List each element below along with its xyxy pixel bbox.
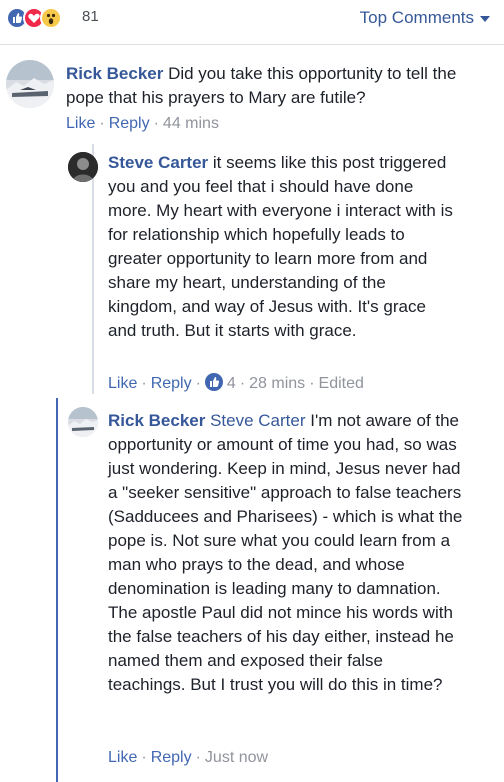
comments-header: 81 Top Comments (0, 0, 504, 42)
avatar[interactable] (68, 407, 98, 437)
like-link[interactable]: Like (108, 375, 137, 392)
reply-link[interactable]: Reply (151, 749, 192, 766)
separator: · (195, 375, 201, 392)
separator: · (309, 375, 315, 392)
sort-label: Top Comments (359, 8, 474, 27)
separator: · (141, 749, 147, 766)
comment-text: it seems like this post triggered you an… (108, 153, 453, 340)
comment-actions: Like · Reply · Just now (108, 749, 268, 767)
like-count-icon (204, 373, 223, 391)
thread-line (92, 144, 94, 394)
separator: · (141, 375, 147, 392)
like-count[interactable]: 4 (227, 375, 236, 392)
like-link[interactable]: Like (66, 115, 95, 132)
reply-highlight-line (56, 398, 58, 782)
header-divider (0, 44, 504, 45)
reaction-count[interactable]: 81 (82, 8, 99, 25)
separator: · (239, 375, 246, 392)
comment-actions: Like · Reply · 4 · 28 mins · Edited (108, 373, 364, 393)
reply-link[interactable]: Reply (151, 375, 192, 392)
edited-label[interactable]: Edited (319, 375, 364, 392)
separator: · (153, 115, 159, 132)
comment-body: Steve Carter it seems like this post tri… (108, 151, 458, 343)
comment-text: I'm not aware of the opportunity or amou… (108, 411, 463, 694)
timestamp[interactable]: 44 mins (163, 115, 219, 132)
comment-author[interactable]: Steve Carter (108, 153, 208, 172)
comment-author[interactable]: Rick Becker (108, 411, 205, 430)
avatar[interactable] (68, 152, 98, 182)
avatar[interactable] (6, 60, 54, 108)
reply-link[interactable]: Reply (109, 115, 150, 132)
comment-body: Rick Becker Did you take this opportunit… (66, 62, 486, 110)
timestamp[interactable]: Just now (205, 749, 268, 766)
mention-link[interactable]: Steve Carter (210, 411, 305, 430)
separator: · (195, 749, 201, 766)
comment-actions: Like · Reply · 44 mins (66, 115, 219, 133)
like-link[interactable]: Like (108, 749, 137, 766)
chevron-down-icon (480, 15, 490, 22)
separator: · (99, 115, 105, 132)
comment-author[interactable]: Rick Becker (66, 64, 163, 83)
sort-comments-dropdown[interactable]: Top Comments (360, 8, 490, 28)
wow-reaction-icon (40, 7, 62, 29)
timestamp[interactable]: 28 mins (249, 375, 305, 392)
comment-body: Rick Becker Steve Carter I'm not aware o… (108, 409, 463, 697)
